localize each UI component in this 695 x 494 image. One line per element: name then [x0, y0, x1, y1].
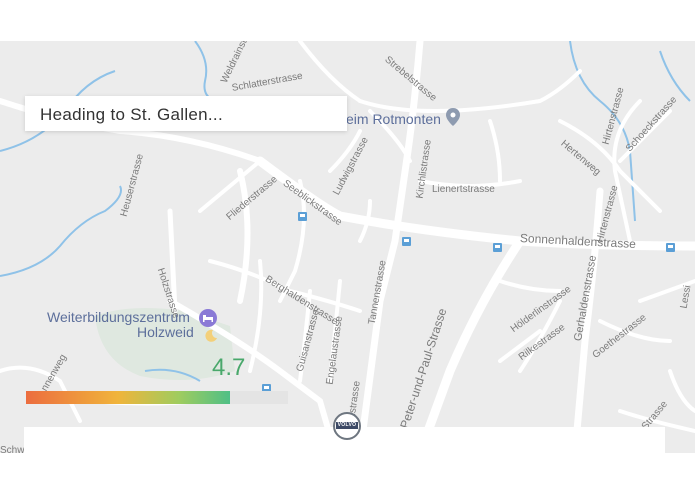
hotel-bed-icon[interactable] [199, 309, 217, 327]
navigation-heading-text: Heading to St. Gallen... [40, 105, 223, 124]
location-pin-icon[interactable] [446, 108, 460, 126]
poi-label-holzweid: Holzweid [137, 324, 194, 340]
volvo-logo-text: VOLVO [336, 422, 358, 429]
bus-stop-icon[interactable] [493, 243, 502, 252]
poi-label-rotmonten: eim Rotmonten [346, 111, 441, 127]
poi-label-weiterbildung: Weiterbildungszentrum [47, 309, 190, 325]
rating-bar [26, 391, 288, 404]
bus-stop-icon[interactable] [298, 212, 307, 221]
volvo-logo-icon: VOLVO [333, 412, 361, 440]
navigation-heading-card: Heading to St. Gallen... [25, 96, 347, 131]
street-label-lienertstrasse: Lienertstrasse [432, 184, 495, 195]
bus-stop-icon[interactable] [402, 237, 411, 246]
rating-bar-fill [26, 391, 231, 404]
moon-icon [204, 329, 218, 343]
bus-stop-icon[interactable] [666, 243, 675, 252]
street-label-schw: Schw [0, 445, 25, 453]
rating-value: 4.7 [212, 354, 246, 381]
